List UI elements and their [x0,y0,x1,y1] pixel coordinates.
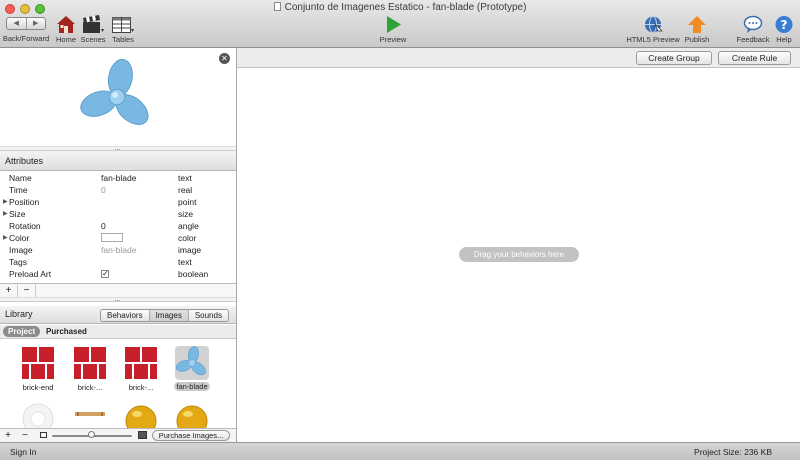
preview-label: Preview [379,35,407,44]
color-well[interactable] [101,233,123,242]
library-item[interactable] [68,402,112,428]
svg-text:?: ? [781,18,788,32]
tab-purchased[interactable]: Purchased [46,326,87,337]
brick-icon [22,347,54,379]
scenes-button[interactable]: Scenes [80,15,106,44]
back-forward-control: ◀ ▶ Back/Forward [2,15,50,43]
attribute-row-image[interactable]: Image fan-blade image [0,244,236,256]
publish-button[interactable]: Publish [683,15,711,44]
home-label: Home [55,35,76,44]
speech-bubble-icon [743,15,763,33]
project-size-label: Project Size: 236 KB [694,447,772,457]
library-title: Library [5,309,33,319]
window-toolbar: Conjunto de Imagenes Estatico - fan-blad… [0,0,800,48]
tab-project[interactable]: Project [3,326,41,337]
library-item-selected[interactable]: fan-blade [170,346,214,391]
tables-label: Tables [112,35,134,44]
rules-toolbar: Create Group Create Rule [237,48,800,68]
attribute-row-rotation[interactable]: Rotation 0 angle [0,220,236,232]
window-title-bar: Conjunto de Imagenes Estatico - fan-blad… [0,2,800,13]
sign-in-link[interactable]: Sign In [10,447,36,457]
disclosure-triangle-icon[interactable]: ▶ [3,196,8,208]
preload-art-checkbox[interactable]: ✓ [101,270,109,278]
attributes-header: Attributes [0,151,236,171]
slider-knob[interactable] [88,431,95,438]
attributes-add-remove-bar: + − [0,283,236,297]
html5-preview-button[interactable]: HTML5 Preview [626,15,680,44]
attribute-row-name[interactable]: Name fan-blade text [0,172,236,184]
attribute-row-tags[interactable]: Tags text [0,256,236,268]
help-label: Help [776,35,792,44]
remove-image-button[interactable]: − [17,429,33,442]
tab-sounds[interactable]: Sounds [187,310,228,321]
library-item[interactable] [119,402,163,428]
attributes-table: Name fan-blade text Time 0 real ▶ Positi… [0,172,236,280]
upload-arrow-icon [688,16,706,33]
play-icon [387,16,401,33]
close-preview-icon[interactable]: ✕ [219,53,230,64]
attribute-row-time[interactable]: Time 0 real [0,184,236,196]
library-header: Library Behaviors Images Sounds [0,306,236,324]
add-image-button[interactable]: + [0,429,16,442]
publish-label: Publish [684,35,710,44]
table-icon [112,17,134,33]
rules-editor-pane: Create Group Create Rule Drag your behav… [237,48,800,442]
house-icon [57,16,75,33]
window-title: Conjunto de Imagenes Estatico - fan-blad… [284,2,527,13]
attribute-row-position[interactable]: ▶ Position point [0,196,236,208]
tab-behaviors[interactable]: Behaviors [101,310,149,321]
library-footer: + − Purchase Images... [0,428,236,442]
question-mark-icon: ? [775,16,793,33]
help-button[interactable]: ? Help [773,15,795,44]
create-rule-button[interactable]: Create Rule [718,51,791,65]
home-button[interactable]: Home [54,15,78,44]
document-icon [273,2,281,11]
attribute-row-color[interactable]: ▶ Color color [0,232,236,244]
remove-attribute-button[interactable]: − [18,284,36,297]
forward-arrow-icon[interactable]: ▶ [25,18,46,29]
gold-coin-icon [125,405,157,428]
back-arrow-icon[interactable]: ◀ [7,18,26,29]
attribute-row-preload-art[interactable]: Preload Art ✓ boolean [0,268,236,280]
library-tab-group: Behaviors Images Sounds [100,309,229,322]
back-forward-label: Back/Forward [2,34,50,43]
purchase-images-button[interactable]: Purchase Images... [152,430,230,441]
tables-button[interactable]: Tables [110,15,136,44]
library-item[interactable]: brick-... [68,346,112,392]
left-inspector-pane: ✕ Attributes Name fan-blade text Time 0 … [0,48,237,442]
fan-blade-icon [80,58,149,125]
actor-preview: ✕ [0,48,236,146]
library-source-tabs: Project Purchased [0,325,236,339]
tab-images[interactable]: Images [148,310,188,321]
white-orb-icon [22,403,54,428]
library-item[interactable] [170,402,214,428]
scenes-label: Scenes [80,35,106,44]
attribute-row-size[interactable]: ▶ Size size [0,208,236,220]
library-splitter[interactable] [0,297,236,302]
add-attribute-button[interactable]: + [0,284,18,297]
feedback-label: Feedback [736,35,770,44]
gold-coin-icon [176,405,208,428]
small-thumbnail-icon [40,432,47,438]
html5-preview-label: HTML5 Preview [626,35,680,44]
large-thumbnail-icon [138,431,147,439]
behavior-drop-zone-hint: Drag your behaviors here [459,247,579,262]
status-bar: Sign In Project Size: 236 KB [0,442,800,460]
wooden-plank-icon [75,412,105,416]
preview-button[interactable]: Preview [378,15,408,44]
fan-blade-icon [175,346,206,376]
library-item[interactable] [16,402,60,428]
feedback-button[interactable]: Feedback [736,15,770,44]
brick-icon [74,347,106,379]
brick-icon [125,347,157,379]
disclosure-triangle-icon[interactable]: ▶ [3,208,8,220]
disclosure-triangle-icon[interactable]: ▶ [3,232,8,244]
globe-icon [645,16,663,33]
library-item[interactable]: brick-... [119,346,163,392]
clapperboard-icon [83,15,104,33]
image-library-grid: brick-end brick-... brick-... fan-blade [0,340,236,428]
library-item[interactable]: brick-end [16,346,60,392]
create-group-button[interactable]: Create Group [636,51,712,65]
